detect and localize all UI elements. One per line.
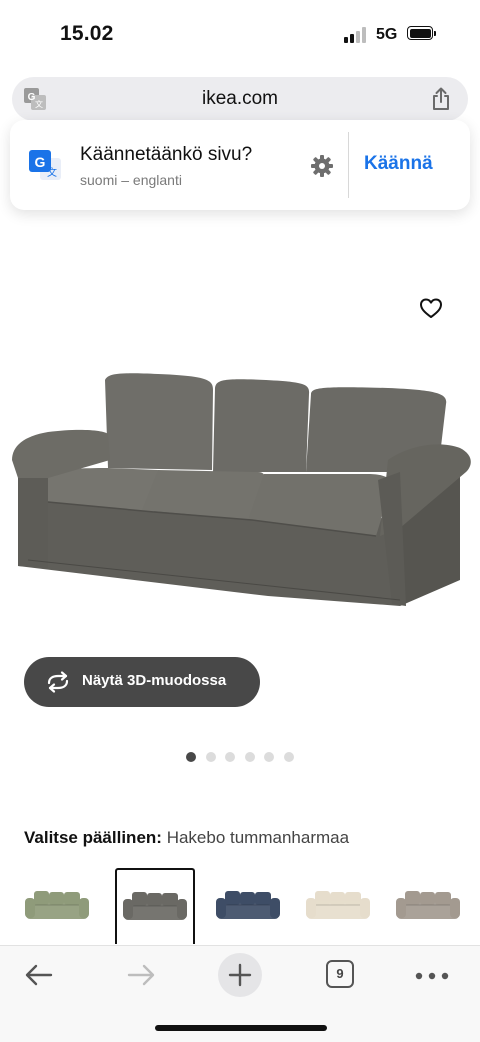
- image-pagination: [186, 752, 296, 764]
- svg-text:文: 文: [47, 166, 57, 179]
- tab-count-button[interactable]: 9: [326, 960, 354, 988]
- translate-icon[interactable]: G 文: [22, 86, 48, 112]
- heart-icon[interactable]: [418, 295, 444, 321]
- url-text[interactable]: ikea.com: [12, 77, 468, 121]
- sofa-thumbnail: [396, 891, 460, 919]
- forward-icon[interactable]: [124, 960, 158, 990]
- address-bar[interactable]: ikea.com G 文: [12, 77, 468, 121]
- cover-selection-label: Valitse päällinen: Hakebo tummanharmaa: [24, 828, 349, 848]
- sofa-thumbnail: [216, 891, 280, 919]
- cover-label: Valitse päällinen:: [24, 828, 162, 847]
- pagination-dot[interactable]: [205, 752, 216, 762]
- network-label: 5G: [376, 26, 398, 43]
- gear-icon[interactable]: [310, 154, 334, 178]
- translate-languages: suomi – englanti: [80, 172, 182, 188]
- battery-icon: [407, 26, 437, 42]
- pagination-dot[interactable]: [244, 752, 255, 762]
- new-tab-button[interactable]: [218, 953, 262, 997]
- translate-question: Käännetäänkö sivu?: [80, 144, 253, 165]
- google-translate-icon: G 文: [27, 147, 63, 183]
- pagination-dot[interactable]: [186, 752, 196, 762]
- rotate-icon: [44, 670, 72, 694]
- sofa-thumbnail: [306, 891, 370, 919]
- pagination-dot[interactable]: [264, 752, 274, 762]
- more-icon[interactable]: [414, 968, 450, 980]
- share-icon[interactable]: [428, 86, 454, 112]
- view-3d-button[interactable]: Näytä 3D-muodossa: [24, 657, 260, 707]
- svg-text:文: 文: [35, 99, 43, 109]
- swatch-3[interactable]: [208, 868, 288, 944]
- swatch-4[interactable]: [298, 868, 378, 944]
- product-image[interactable]: [8, 360, 474, 620]
- status-time: 15.02: [60, 22, 114, 45]
- cover-value: Hakebo tummanharmaa: [166, 828, 350, 847]
- swatch-5[interactable]: [388, 868, 468, 944]
- translate-banner: G 文 Käännetäänkö sivu? suomi – englanti …: [10, 120, 470, 210]
- translate-button[interactable]: Käännä: [364, 153, 433, 175]
- banner-divider: [348, 132, 349, 198]
- svg-text:G: G: [35, 154, 46, 170]
- sofa-thumbnail: [25, 891, 89, 919]
- swatch-1[interactable]: [17, 868, 97, 944]
- pagination-dot[interactable]: [283, 752, 294, 762]
- signal-icon: [344, 27, 368, 43]
- back-icon[interactable]: [22, 960, 56, 990]
- swatch-2[interactable]: [115, 868, 195, 944]
- home-indicator: [155, 1025, 327, 1031]
- pagination-dot[interactable]: [225, 752, 235, 762]
- view-3d-label: Näytä 3D-muodossa: [82, 672, 227, 689]
- sofa-thumbnail: [123, 892, 187, 920]
